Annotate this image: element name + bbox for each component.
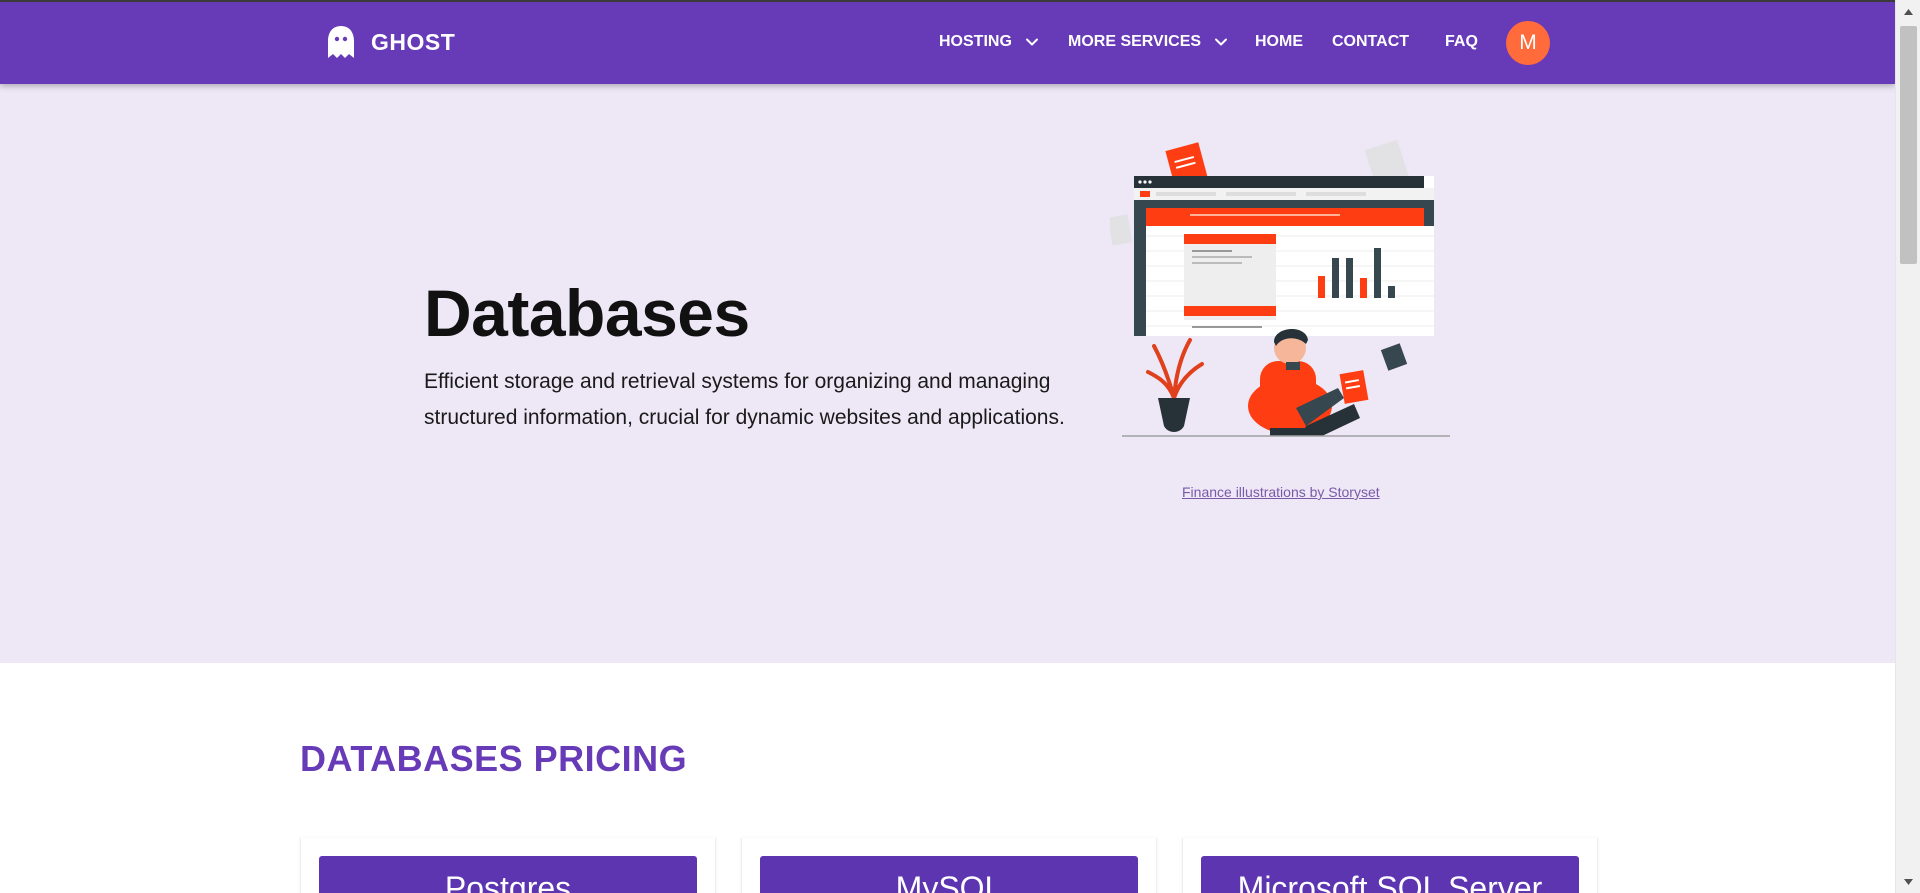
chevron-down-icon — [1215, 38, 1228, 46]
page: GHOST HOSTING MORE SERVICES HOME CONTACT… — [0, 0, 1895, 893]
scroll-down-arrow-icon[interactable] — [1896, 872, 1920, 892]
vertical-scrollbar[interactable] — [1895, 0, 1920, 893]
nav-contact-label: CONTACT — [1332, 33, 1410, 50]
avatar-initial: M — [1519, 31, 1537, 54]
illustration-credit-link[interactable]: Finance illustrations by Storyset — [1182, 484, 1380, 500]
pricing-card-header: Microsoft SQL Server — [1201, 856, 1579, 893]
nav-contact-link[interactable]: CONTACT — [1332, 0, 1409, 84]
window-top-border — [0, 0, 1895, 2]
pricing-card-mysql: MySQL — [741, 838, 1157, 893]
ghost-icon — [328, 26, 354, 58]
scroll-up-arrow-icon[interactable] — [1896, 2, 1920, 22]
nav-home-label: HOME — [1255, 33, 1303, 50]
pricing-section-title: DATABASES PRICING — [300, 738, 688, 779]
page-title: Databases — [424, 276, 750, 350]
database-illustration — [1110, 139, 1450, 437]
nav-more-services-dropdown[interactable]: MORE SERVICES — [1068, 0, 1229, 84]
chevron-down-icon — [1025, 38, 1038, 46]
pricing-card-header: Postgres — [319, 856, 697, 893]
pricing-card-mssql: Microsoft SQL Server — [1182, 838, 1598, 893]
nav-hosting-label: HOSTING — [939, 33, 1012, 50]
nav-faq-link[interactable]: FAQ — [1445, 0, 1478, 84]
brand-name: GHOST — [371, 28, 456, 55]
hero-section: Databases Efficient storage and retrieva… — [0, 84, 1895, 663]
pricing-card-postgres: Postgres — [300, 838, 716, 893]
navbar: GHOST HOSTING MORE SERVICES HOME CONTACT… — [0, 0, 1895, 84]
nav-more-services-label: MORE SERVICES — [1068, 33, 1202, 50]
scrollbar-thumb[interactable] — [1900, 26, 1917, 264]
nav-hosting-dropdown[interactable]: HOSTING — [939, 0, 1040, 84]
pricing-card-header: MySQL — [760, 856, 1138, 893]
brand-logo-link[interactable]: GHOST — [325, 22, 455, 62]
user-avatar[interactable]: M — [1506, 21, 1550, 65]
nav-faq-label: FAQ — [1445, 33, 1478, 50]
nav-home-link[interactable]: HOME — [1255, 0, 1303, 84]
hero-description: Efficient storage and retrieval systems … — [424, 370, 1065, 429]
